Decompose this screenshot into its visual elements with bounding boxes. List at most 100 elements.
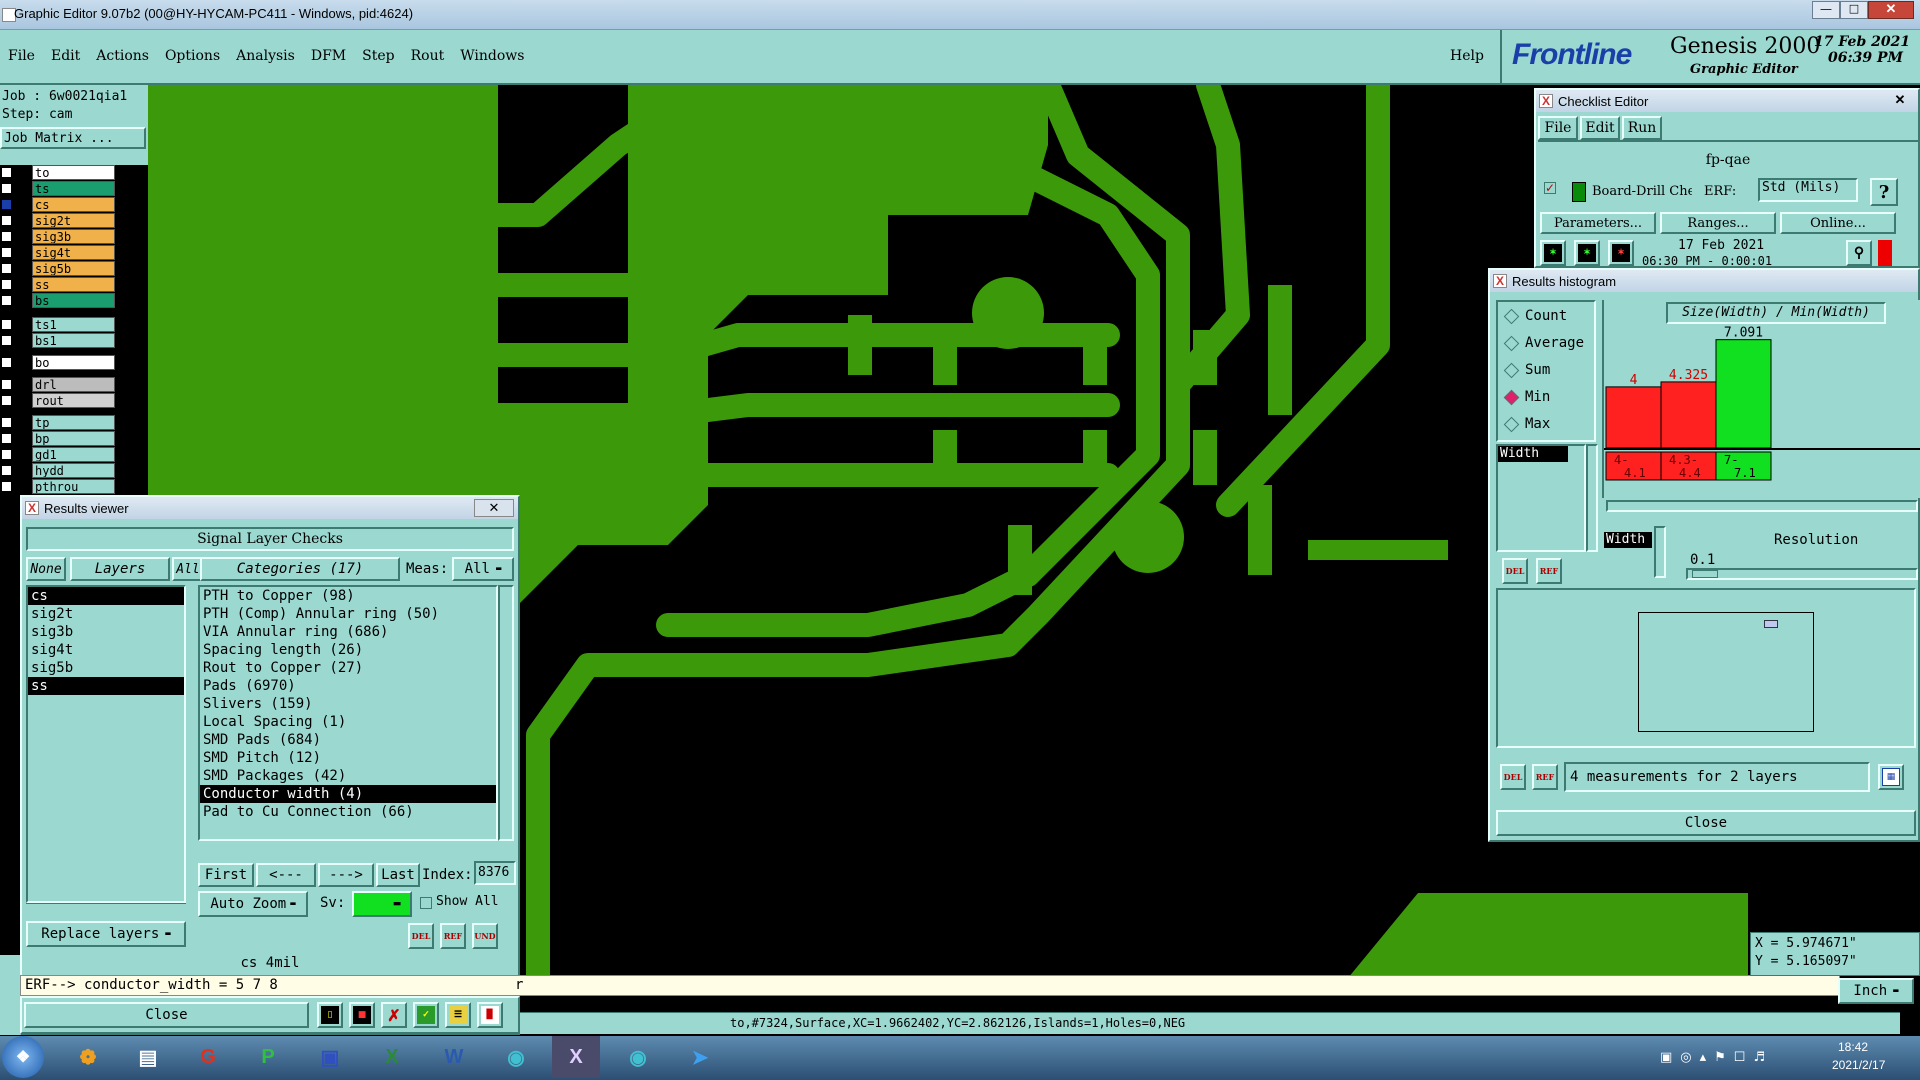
category-item[interactable]: Local Spacing (1) bbox=[200, 713, 496, 731]
screen-tool-button[interactable]: ■ bbox=[349, 1002, 375, 1028]
layer-checkbox[interactable] bbox=[1, 335, 12, 346]
ref-button[interactable]: REF bbox=[440, 923, 466, 949]
erf-value[interactable]: Std (Mils) bbox=[1758, 178, 1858, 202]
layer-row-bp[interactable]: bp bbox=[0, 431, 145, 446]
result-layer-item[interactable]: sig4t bbox=[28, 641, 184, 659]
minimize-button[interactable]: — bbox=[1812, 1, 1840, 19]
result-layer-item[interactable]: sig5b bbox=[28, 659, 184, 677]
layer-checkbox[interactable] bbox=[1, 417, 12, 428]
mode-radio-sum[interactable]: Sum bbox=[1503, 360, 1606, 380]
measure-selector-scroll[interactable] bbox=[1654, 526, 1666, 578]
online-button[interactable]: Online... bbox=[1780, 212, 1896, 234]
taskbar-notepad-icon[interactable]: ▤ bbox=[124, 1036, 172, 1078]
layer-name[interactable]: sig4t bbox=[32, 245, 115, 260]
results-close-button[interactable]: Close bbox=[24, 1002, 309, 1028]
mode-radio-count[interactable]: Count bbox=[1503, 306, 1606, 326]
close-icon[interactable]: ✕ bbox=[1886, 92, 1914, 110]
layer-name[interactable]: tp bbox=[32, 415, 115, 430]
hist-ref-button-2[interactable]: REF bbox=[1532, 764, 1558, 790]
layer-name[interactable]: drl bbox=[32, 377, 115, 392]
mode-radio-average[interactable]: Average bbox=[1503, 333, 1606, 353]
maximize-button[interactable]: □ bbox=[1840, 1, 1868, 19]
tray-icons[interactable]: ▣◎▴⚑☐♬ bbox=[1660, 1050, 1773, 1065]
histogram-bar[interactable] bbox=[1715, 339, 1772, 449]
taskbar-p-icon[interactable]: P bbox=[244, 1036, 292, 1078]
auto-zoom-dropdown[interactable]: Auto Zoom ▬ bbox=[198, 891, 308, 917]
categories-list[interactable]: PTH to Copper (98) PTH (Comp) Annular rin… bbox=[198, 585, 498, 841]
layer-checkbox[interactable] bbox=[1, 481, 12, 492]
menu-rout[interactable]: Rout bbox=[411, 48, 445, 64]
layer-row-to[interactable]: to bbox=[0, 165, 145, 180]
del-button[interactable]: DEL bbox=[408, 923, 434, 949]
erf-command-line[interactable]: ERF--> conductor_width = 5 7 8 bbox=[20, 975, 1840, 996]
layer-results-list[interactable]: cs sig2t sig3b sig4t sig5b ss bbox=[26, 585, 186, 903]
layer-checkbox[interactable] bbox=[1, 319, 12, 330]
taskbar-word-icon[interactable]: W bbox=[430, 1036, 478, 1078]
replace-layers-dropdown[interactable]: Replace layers ▬ bbox=[26, 921, 186, 947]
next-button[interactable]: ---> bbox=[318, 863, 374, 887]
start-button[interactable]: ❖ bbox=[2, 1036, 44, 1078]
layers-button[interactable]: Layers bbox=[70, 557, 170, 581]
histogram-bar[interactable] bbox=[1605, 386, 1662, 449]
result-layer-item[interactable]: sig2t bbox=[28, 605, 184, 623]
layer-name[interactable]: to bbox=[32, 165, 115, 180]
layer-checkbox[interactable] bbox=[1, 247, 12, 258]
zoom-button[interactable]: ⚲ bbox=[1846, 240, 1872, 266]
parameters-button[interactable]: Parameters... bbox=[1540, 212, 1656, 234]
action-checkbox[interactable]: ✓ bbox=[1544, 182, 1556, 194]
layer-checkbox[interactable] bbox=[1, 279, 12, 290]
index-field[interactable]: 8376 bbox=[474, 861, 516, 885]
meas-dropdown[interactable]: All ▬ bbox=[452, 557, 514, 581]
category-item[interactable]: Slivers (159) bbox=[200, 695, 496, 713]
measure-selector[interactable]: Width bbox=[1604, 532, 1652, 548]
result-layer-item[interactable]: cs bbox=[28, 587, 184, 605]
taskbar-x-icon[interactable]: X bbox=[552, 1036, 600, 1078]
menu-dfm[interactable]: DFM bbox=[311, 48, 346, 64]
layer-row-sig2t[interactable]: sig2t bbox=[0, 213, 145, 228]
measure-list[interactable] bbox=[1496, 444, 1586, 552]
checklist-menu-edit[interactable]: Edit bbox=[1580, 116, 1620, 140]
layer-name[interactable]: pthrou bbox=[32, 479, 115, 494]
menu-step[interactable]: Step bbox=[362, 48, 394, 64]
category-item[interactable]: SMD Packages (42) bbox=[200, 767, 496, 785]
taskbar-g-icon[interactable]: G bbox=[184, 1036, 232, 1078]
layer-checkbox[interactable] bbox=[1, 449, 12, 460]
none-button[interactable]: None bbox=[26, 557, 66, 581]
histogram-tool-button[interactable]: ▉ bbox=[477, 1002, 503, 1028]
layer-checkbox[interactable] bbox=[1, 199, 12, 210]
help-button[interactable]: ? bbox=[1870, 178, 1898, 206]
layer-row-gd1[interactable]: gd1 bbox=[0, 447, 145, 462]
category-item[interactable]: Pads (6970) bbox=[200, 677, 496, 695]
layer-name[interactable]: bs1 bbox=[32, 333, 115, 348]
layer-row-ss[interactable]: ss bbox=[0, 277, 145, 292]
layer-name[interactable]: rout bbox=[32, 393, 115, 408]
layer-row-hydd[interactable]: hydd bbox=[0, 463, 145, 478]
category-item[interactable]: SMD Pitch (12) bbox=[200, 749, 496, 767]
layer-row-ts[interactable]: ts bbox=[0, 181, 145, 196]
histogram-bar[interactable] bbox=[1660, 381, 1717, 449]
result-layer-item[interactable]: sig3b bbox=[28, 623, 184, 641]
layer-row-tp[interactable]: tp bbox=[0, 415, 145, 430]
action-name[interactable]: Board-Drill Che bbox=[1592, 184, 1692, 199]
measure-scrollbar[interactable] bbox=[1586, 444, 1598, 552]
category-item[interactable]: SMD Pads (684) bbox=[200, 731, 496, 749]
category-item[interactable]: Conductor width (4) bbox=[200, 785, 496, 803]
cross-tool-button[interactable]: ✗ bbox=[381, 1002, 407, 1028]
layer-name[interactable]: hydd bbox=[32, 463, 115, 478]
result-layer-item[interactable]: ss bbox=[28, 677, 184, 695]
taskbar-eye2-icon[interactable]: ◉ bbox=[614, 1036, 662, 1078]
checklist-menu-run[interactable]: Run bbox=[1622, 116, 1662, 140]
menu-file[interactable]: File bbox=[8, 48, 35, 64]
tool-button-3[interactable]: ✶ bbox=[1608, 240, 1634, 266]
layer-row-bs1[interactable]: bs1 bbox=[0, 333, 145, 348]
layer-row-sig5b[interactable]: sig5b bbox=[0, 261, 145, 276]
prev-button[interactable]: <--- bbox=[256, 863, 316, 887]
menu-help[interactable]: Help bbox=[1450, 48, 1484, 64]
taskbar-excel-icon[interactable]: X bbox=[368, 1036, 416, 1078]
hist-del-button-2[interactable]: DEL bbox=[1500, 764, 1526, 790]
categories-button[interactable]: Categories (17) bbox=[200, 557, 400, 581]
chart-scrollbar[interactable] bbox=[1606, 500, 1918, 512]
measure-tool-button[interactable]: ▯ bbox=[317, 1002, 343, 1028]
layer-name[interactable]: ts1 bbox=[32, 317, 115, 332]
layer-row-sig3b[interactable]: sig3b bbox=[0, 229, 145, 244]
